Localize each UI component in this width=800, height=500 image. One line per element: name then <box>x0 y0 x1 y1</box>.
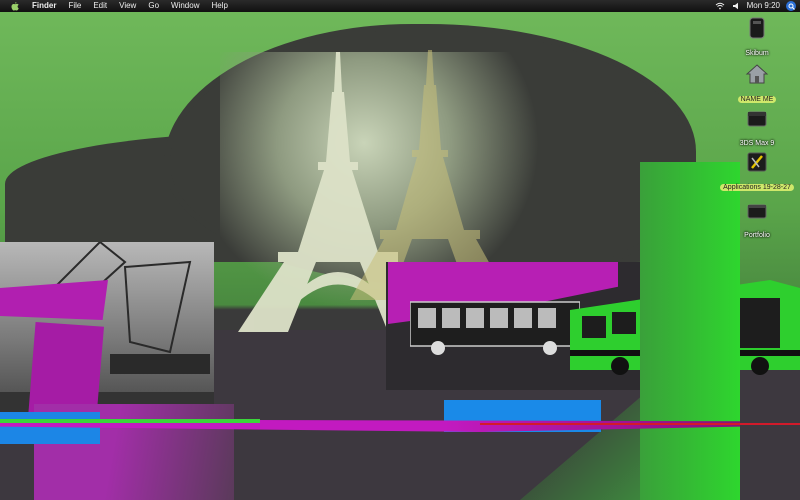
menu-help[interactable]: Help <box>205 0 233 12</box>
drive-icon <box>745 198 769 222</box>
applications-folder-icon <box>745 150 769 174</box>
hard-drive-icon <box>745 16 769 40</box>
desktop-icon-portfolio[interactable]: Portfolio <box>712 198 800 242</box>
desktop-icon-3ds-max-9[interactable]: 3DS Max 9 <box>712 106 800 150</box>
menu-clock[interactable]: Mon 9:20 <box>747 0 780 12</box>
desktop-icon-applications[interactable]: Applications 19-28-27 <box>712 150 800 194</box>
desktop-icon-skibum[interactable]: Skibum <box>712 16 800 60</box>
desktop-wallpaper <box>0 12 800 500</box>
bus-image-dark <box>410 301 580 355</box>
desktop-icon-label: Skibum <box>745 50 769 57</box>
menu-window[interactable]: Window <box>165 0 205 12</box>
bridge-photo <box>0 242 214 418</box>
wifi-icon[interactable] <box>715 1 725 11</box>
menu-edit[interactable]: Edit <box>87 0 113 12</box>
desktop-icon-label: NAME ME <box>737 96 777 103</box>
menu-go[interactable]: Go <box>142 0 165 12</box>
menu-file[interactable]: File <box>62 0 87 12</box>
home-folder-icon <box>745 62 769 86</box>
menu-bar: Finder File Edit View Go Window Help Mon… <box>0 0 800 12</box>
desktop-icon-name-me[interactable]: NAME ME <box>712 62 800 106</box>
menu-finder[interactable]: Finder <box>26 0 62 12</box>
disk-image-icon <box>745 106 769 130</box>
spotlight-search-icon[interactable] <box>786 1 796 11</box>
apple-menu-icon[interactable] <box>10 1 20 11</box>
desktop-icon-label: Portfolio <box>744 232 770 239</box>
desktop-icon-label: 3DS Max 9 <box>739 140 775 147</box>
menu-view[interactable]: View <box>113 0 142 12</box>
volume-icon[interactable] <box>731 1 741 11</box>
desktop-icon-label: Applications 19-28-27 <box>720 184 794 191</box>
